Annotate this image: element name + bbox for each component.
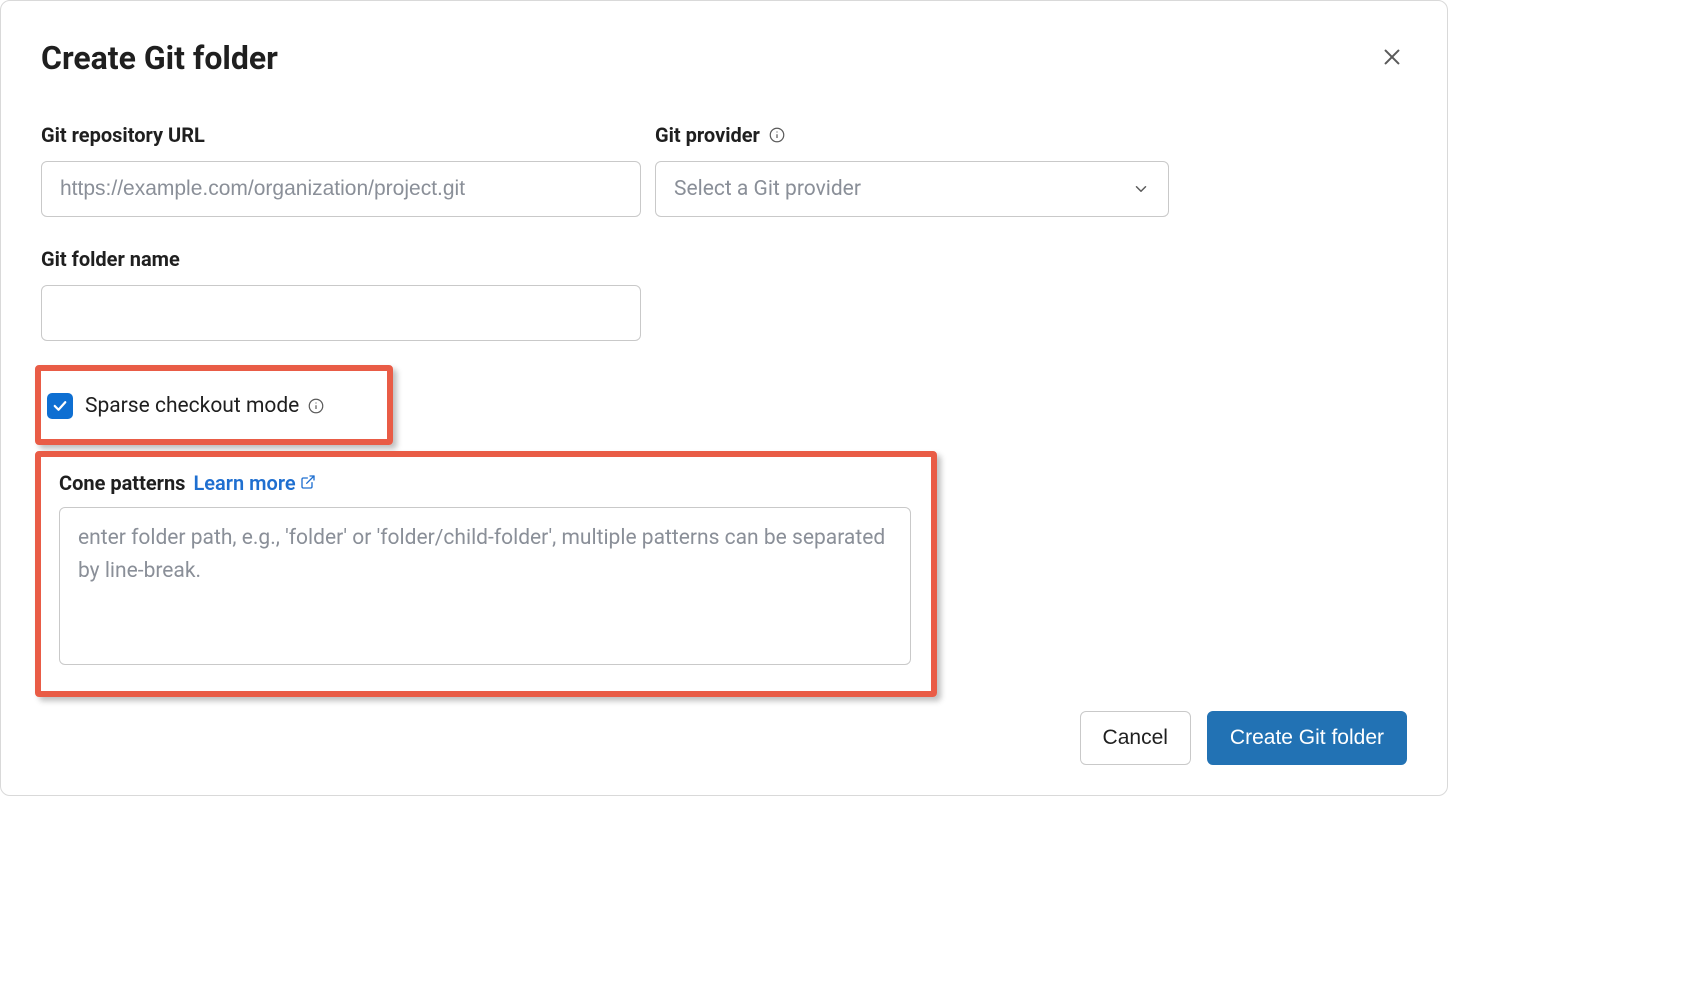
sparse-checkbox[interactable] <box>47 393 73 419</box>
provider-label: Git provider <box>655 123 1169 147</box>
field-repo-url: Git repository URL <box>41 123 641 217</box>
sparse-label-text: Sparse checkout mode <box>85 394 299 418</box>
create-git-folder-dialog: Create Git folder Git repository URL Git… <box>0 0 1448 796</box>
dialog-title: Create Git folder <box>41 39 278 77</box>
info-icon[interactable] <box>307 397 325 415</box>
dialog-header: Create Git folder <box>41 39 1407 77</box>
repo-url-input[interactable] <box>41 161 641 217</box>
folder-name-label: Git folder name <box>41 247 641 271</box>
sparse-highlight: Sparse checkout mode <box>35 365 393 445</box>
close-button[interactable] <box>1377 42 1407 75</box>
close-icon <box>1381 46 1403 71</box>
cancel-button[interactable]: Cancel <box>1080 711 1191 765</box>
row-url-provider: Git repository URL Git provider Select a… <box>41 123 1407 217</box>
provider-label-text: Git provider <box>655 123 760 147</box>
dialog-footer: Cancel Create Git folder <box>41 711 1407 765</box>
field-folder-name: Git folder name <box>41 247 641 341</box>
cone-patterns-textarea[interactable] <box>59 507 911 665</box>
create-button[interactable]: Create Git folder <box>1207 711 1407 765</box>
cone-header: Cone patterns Learn more <box>59 471 913 495</box>
info-icon[interactable] <box>768 126 786 144</box>
cone-highlight: Cone patterns Learn more <box>35 451 937 697</box>
folder-name-input[interactable] <box>41 285 641 341</box>
provider-select[interactable]: Select a Git provider <box>655 161 1169 217</box>
check-icon <box>51 397 69 415</box>
learn-more-link[interactable]: Learn more <box>193 471 315 495</box>
field-provider: Git provider Select a Git provider <box>655 123 1169 217</box>
repo-url-label: Git repository URL <box>41 123 641 147</box>
learn-more-text: Learn more <box>193 471 295 495</box>
sparse-checkbox-row: Sparse checkout mode <box>41 393 377 419</box>
external-link-icon <box>300 471 316 495</box>
chevron-down-icon <box>1132 180 1150 198</box>
provider-placeholder: Select a Git provider <box>674 177 861 201</box>
cone-label: Cone patterns <box>59 471 185 495</box>
sparse-label: Sparse checkout mode <box>85 394 325 418</box>
